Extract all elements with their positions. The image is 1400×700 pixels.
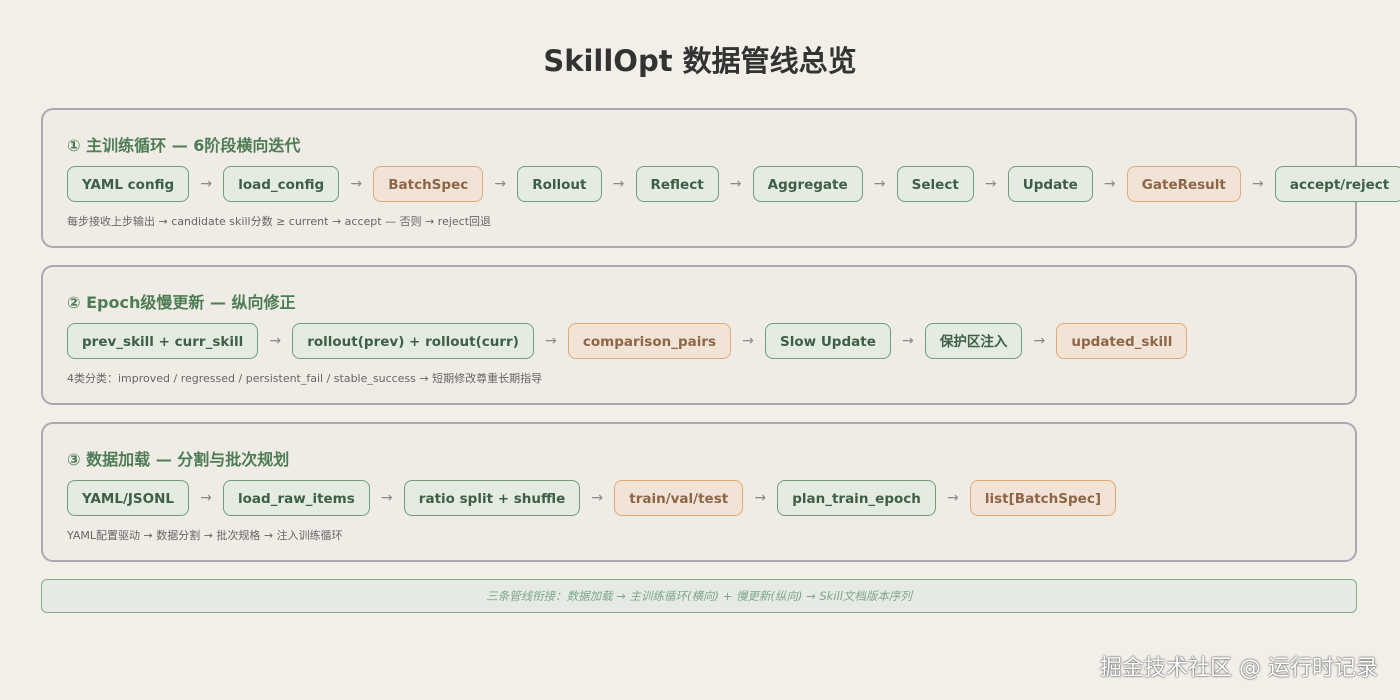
arrow-icon: → — [591, 490, 604, 506]
flow-node: plan_train_epoch — [777, 480, 936, 516]
flow-node: Select — [896, 166, 974, 202]
arrow-icon: → — [742, 333, 754, 349]
arrow-icon: → — [350, 176, 363, 192]
flow-node: YAML/JSONL — [67, 480, 190, 516]
flow-node: load_raw_items — [223, 480, 370, 516]
flow-node: Update — [1007, 166, 1093, 202]
flow-node: Slow Update — [765, 323, 891, 359]
arrow-icon: → — [1103, 176, 1116, 192]
flow-node: rollout(prev) + rollout(curr) — [292, 323, 534, 359]
arrow-icon: → — [984, 176, 997, 192]
flow-row: prev_skill + curr_skill → rollout(prev) + … — [67, 323, 1188, 359]
arrow-icon: → — [1252, 176, 1264, 192]
arrow-icon: → — [1033, 333, 1046, 349]
arrow-icon: → — [873, 176, 886, 192]
flow-node: comparison_pairs — [567, 323, 732, 359]
arrow-icon: → — [494, 176, 507, 192]
arrow-icon: → — [269, 333, 282, 349]
flow-node: Aggregate — [752, 166, 863, 202]
flow-node: 保护区注入 — [924, 323, 1023, 359]
panel-main-training-loop: ① 主训练循环 — 6阶段横向迭代 YAML config → load_confi… — [41, 108, 1400, 248]
panel-note: 每步接收上步输出 → candidate skill分数 ≥ current →… — [67, 215, 492, 228]
flow-node: Reflect — [635, 166, 719, 202]
arrow-icon: → — [947, 490, 959, 506]
panel-title: ② Epoch级慢更新 — 纵向修正 — [67, 293, 296, 312]
panel-data-loading: ③ 数据加载 — 分割与批次规划 YAML/JSONL → load_raw_ite… — [41, 422, 1357, 562]
flow-node: GateResult — [1126, 166, 1241, 202]
flow-node: ratio split + shuffle — [403, 480, 581, 516]
panel-note: YAML配置驱动 → 数据分割 → 批次规格 → 注入训练循环 — [67, 529, 343, 542]
flow-node: train/val/test — [614, 480, 744, 516]
watermark: 掘金技术社区 @ 运行时记录 — [1100, 656, 1378, 681]
flow-node: load_config — [223, 166, 340, 202]
panel-title: ① 主训练循环 — 6阶段横向迭代 — [67, 136, 301, 155]
arrow-icon: → — [729, 176, 742, 192]
flow-node: YAML config — [67, 166, 190, 202]
flow-node: Rollout — [517, 166, 602, 202]
flow-node: prev_skill + curr_skill — [67, 323, 259, 359]
page-title: SkillOpt 数据管线总览 — [543, 44, 857, 78]
arrow-icon: → — [380, 490, 393, 506]
panel-epoch-slow-update: ② Epoch级慢更新 — 纵向修正 prev_skill + curr_ski… — [41, 265, 1357, 405]
flow-row: YAML/JSONL → load_raw_items → ratio split + … — [67, 480, 1116, 516]
flow-node: list[BatchSpec] — [969, 480, 1116, 516]
arrow-icon: → — [754, 490, 767, 506]
flow-row: YAML config → load_config → BatchSpec → Rollou… — [67, 166, 1400, 202]
panel-note: 4类分类：improved / regressed / persistent_f… — [67, 372, 543, 385]
arrow-icon: → — [901, 333, 914, 349]
flow-node: accept/reject — [1274, 166, 1400, 202]
arrow-icon: → — [200, 176, 213, 192]
flow-node: BatchSpec — [373, 166, 484, 202]
arrow-icon: → — [545, 333, 557, 349]
footer-banner: 三条管线衔接：数据加载 → 主训练循环(横向) + 慢更新(纵向) → Skil… — [41, 579, 1357, 613]
panel-title: ③ 数据加载 — 分割与批次规划 — [67, 450, 290, 469]
arrow-icon: → — [200, 490, 212, 506]
arrow-icon: → — [612, 176, 625, 192]
flow-node: updated_skill — [1056, 323, 1188, 359]
